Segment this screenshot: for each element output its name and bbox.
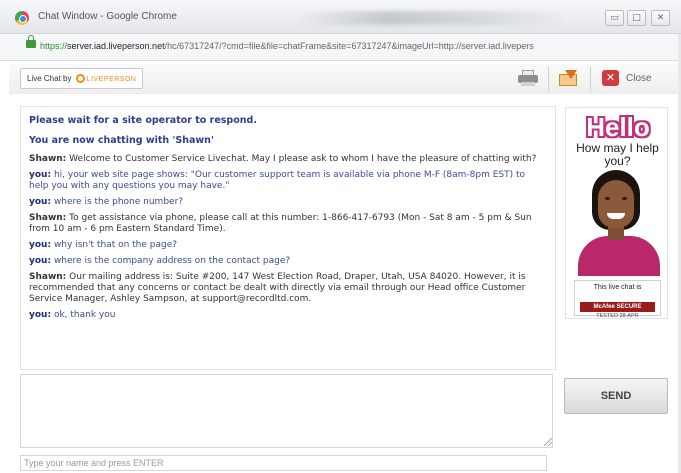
name-input[interactable] (20, 455, 547, 471)
blurred-page-title (297, 11, 567, 25)
maximize-button[interactable]: □ (627, 10, 646, 26)
window-close-button[interactable]: ✕ (651, 10, 670, 26)
chat-transcript[interactable]: Please wait for a site operator to respo… (20, 106, 556, 370)
speaker-name: you: (29, 240, 52, 250)
hello-heading: Hello (586, 112, 650, 142)
chat-message: you: hi, your web site page shows: "Our … (29, 170, 547, 192)
chat-message: you: where is the company address on the… (29, 256, 547, 267)
url-host: server.iad.liveperson.net (67, 41, 165, 51)
system-message: Please wait for a site operator to respo… (29, 115, 257, 126)
chat-message: Shawn: Our mailing address is: Suite #20… (29, 272, 547, 305)
resize-grip-icon[interactable] (544, 438, 552, 446)
speaker-name: you: (29, 256, 52, 266)
message-text: Welcome to Customer Service Livechat. Ma… (69, 154, 537, 164)
chat-window: Chat Window - Google Chrome ▭ □ ✕ https:… (0, 0, 681, 473)
message-text: why isn't that on the page? (53, 240, 178, 250)
brand-name: LIVEPERSON (86, 76, 137, 83)
speaker-name: Shawn: (29, 213, 67, 223)
speaker-name: you: (29, 310, 52, 320)
badge-caption: This live chat is (593, 284, 642, 291)
chrome-icon (15, 11, 29, 25)
message-text: hi, your web site page shows: "Our custo… (29, 170, 526, 191)
print-icon[interactable] (518, 70, 538, 86)
liveperson-logo-icon (75, 74, 85, 83)
chat-message: you: where is the phone number? (29, 197, 547, 208)
window-title: Chat Window - Google Chrome (38, 11, 177, 22)
send-button[interactable]: SEND (564, 378, 668, 414)
speaker-name: Shawn: (29, 154, 67, 164)
close-chat-icon[interactable]: ✕ (602, 70, 619, 86)
brand-prefix: Live Chat by (27, 74, 72, 83)
message-text: Our mailing address is: Suite #200, 147 … (29, 272, 526, 304)
mcafee-logo: McAfee SECURE (580, 302, 655, 312)
toolbar-divider (590, 67, 591, 91)
speaker-name: you: (29, 170, 52, 180)
liveperson-badge[interactable]: Live Chat by LIVEPERSON (20, 68, 144, 89)
chat-message: you: ok, thank you (29, 310, 547, 321)
toolbar-divider (548, 67, 549, 91)
message-text: where is the company address on the cont… (53, 256, 291, 266)
message-text: To get assistance via phone, please call… (29, 213, 532, 234)
badge-tested-date: TESTED 28-APR (596, 313, 639, 319)
operator-ad-panel: Hello How may I help you? This live chat… (565, 107, 668, 319)
lock-icon (26, 35, 36, 48)
ad-tagline: How may I help you? (576, 141, 659, 168)
message-input[interactable] (20, 374, 553, 448)
operator-portrait (578, 170, 660, 276)
message-text: ok, thank you (53, 310, 116, 320)
close-chat-label[interactable]: Close (626, 73, 652, 84)
system-message: You are now chatting with 'Shawn' (29, 135, 214, 146)
url-path: /hc/67317247/?cmd=file&file=chatFrame&si… (164, 41, 534, 51)
email-transcript-icon[interactable] (559, 70, 579, 86)
chat-message: Shawn: Welcome to Customer Service Livec… (29, 154, 547, 165)
minimize-button[interactable]: ▭ (605, 10, 624, 26)
speaker-name: Shawn: (29, 272, 67, 282)
speaker-name: you: (29, 197, 52, 207)
mcafee-secure-badge[interactable]: This live chat is McAfee SECURE TESTED 2… (574, 280, 661, 319)
message-text: where is the phone number? (53, 197, 184, 207)
chat-message: Shawn: To get assistance via phone, plea… (29, 213, 547, 235)
url-text[interactable]: https://server.iad.liveperson.net/hc/673… (40, 41, 681, 51)
url-scheme: https:// (40, 41, 68, 51)
chat-message: you: why isn't that on the page? (29, 240, 547, 251)
